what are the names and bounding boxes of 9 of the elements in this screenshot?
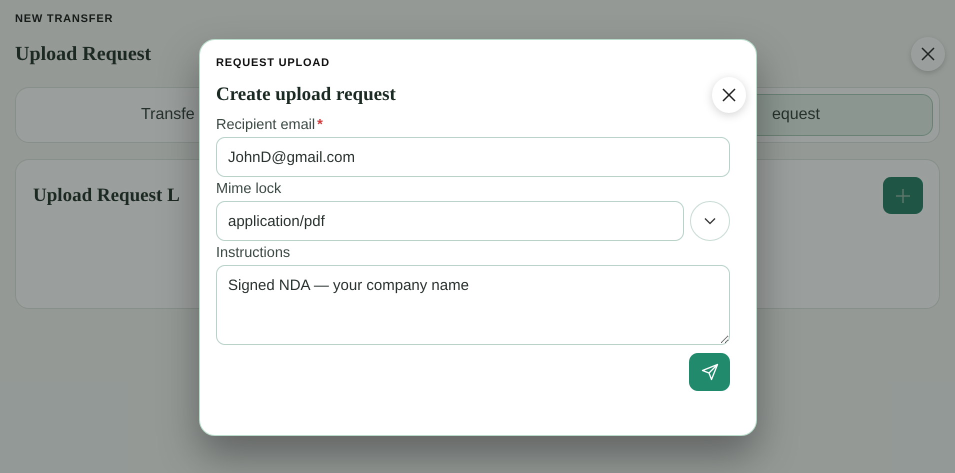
dialog-title: Create upload request: [216, 84, 396, 106]
field-label: Instructions: [216, 245, 290, 263]
required-mark: *: [317, 117, 323, 135]
field-label: Recipient email: [216, 117, 316, 135]
dialog-eyebrow: REQUEST UPLOAD: [216, 57, 331, 69]
page-eyebrow: NEW TRANSFER: [15, 13, 114, 25]
page-title: Upload Request: [15, 42, 152, 66]
field-label: Mime lock: [216, 181, 282, 199]
card-title: Upload Request L: [33, 185, 180, 207]
